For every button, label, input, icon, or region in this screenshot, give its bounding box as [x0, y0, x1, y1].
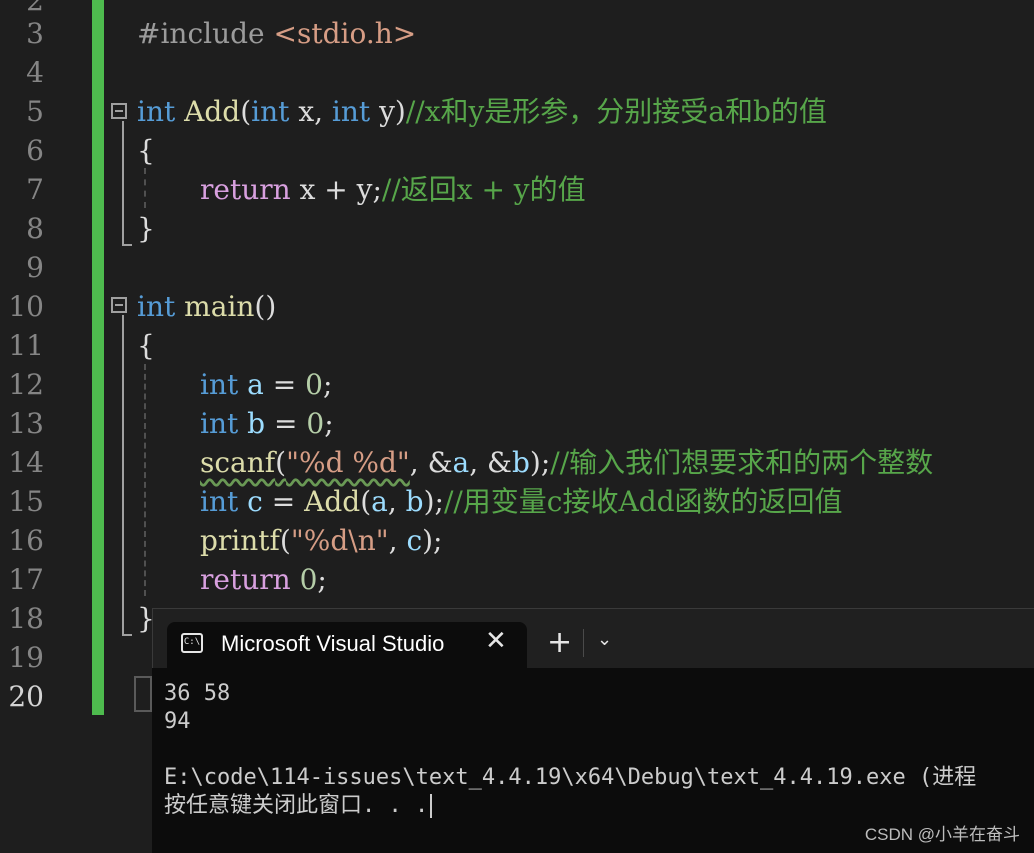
console-output-line: E:\code\114-issues\text_4.4.19\x64\Debug… — [164, 765, 977, 790]
code-line: printf("%d\n", c); — [200, 524, 443, 557]
fold-guide-end — [122, 244, 132, 246]
code-line: int b = 0; — [200, 407, 334, 440]
line-number: 10 — [8, 290, 44, 323]
console-output-line: 按任意键关闭此窗口. . . — [164, 792, 433, 820]
line-number: 18 — [8, 602, 44, 635]
indent-guide — [144, 364, 146, 596]
console-window[interactable]: C:\ Microsoft Visual Studio ✕ + ⌄ 36 58 … — [152, 608, 1034, 853]
line-number: 7 — [26, 173, 44, 206]
line-number: 16 — [8, 524, 44, 557]
line-number: 4 — [26, 56, 44, 89]
line-number: 13 — [8, 407, 44, 440]
fold-guide — [122, 121, 124, 245]
collapse-icon[interactable] — [111, 103, 127, 119]
console-output-line: 94 — [164, 709, 191, 734]
console-tab-title: Microsoft Visual Studio — [221, 631, 445, 656]
text-cursor — [430, 794, 433, 818]
code-line: { — [137, 134, 155, 167]
indent-guide — [144, 168, 146, 208]
code-line: } — [137, 212, 155, 245]
console-output-line: 36 58 — [164, 681, 231, 706]
console-tab-bar: C:\ Microsoft Visual Studio ✕ + ⌄ — [152, 608, 1034, 669]
line-number: 14 — [8, 446, 44, 479]
code-line: int Add(int x, int y)//x和y是形参，分别接受a和b的值 — [137, 95, 827, 128]
code-line: #include <stdio.h> — [137, 17, 417, 50]
line-number: 19 — [8, 641, 44, 674]
change-indicator-bar — [92, 0, 104, 715]
new-tab-button[interactable]: + — [547, 625, 572, 660]
code-line: int main() — [137, 290, 277, 323]
collapse-icon[interactable] — [111, 297, 127, 313]
line-number: 11 — [8, 329, 44, 362]
watermark: CSDN @小羊在奋斗 — [864, 825, 1020, 844]
console-tab[interactable]: C:\ Microsoft Visual Studio ✕ — [167, 622, 527, 669]
line-number: 8 — [26, 212, 44, 245]
line-number: 5 — [26, 95, 44, 128]
line-number: 17 — [8, 563, 44, 596]
fold-guide — [122, 315, 124, 635]
close-icon[interactable]: ✕ — [485, 626, 507, 656]
code-line: int a = 0; — [200, 368, 333, 401]
line-number: 6 — [26, 134, 44, 167]
line-number: 15 — [8, 485, 44, 518]
code-line: int c = Add(a, b);//用变量c接收Add函数的返回值 — [200, 485, 843, 518]
tab-separator — [583, 629, 584, 657]
current-line-box — [134, 676, 152, 712]
line-number-current: 20 — [8, 680, 44, 713]
code-line: return 0; — [200, 563, 327, 596]
code-line: return x + y;//返回x + y的值 — [200, 173, 586, 206]
line-number: 3 — [26, 17, 44, 50]
code-line: scanf("%d %d", &a, &b);//输入我们想要求和的两个整数 — [200, 446, 934, 479]
line-number: 9 — [26, 251, 44, 284]
fold-guide-end — [122, 634, 132, 636]
line-number: 12 — [8, 368, 44, 401]
chevron-down-icon[interactable]: ⌄ — [597, 629, 612, 650]
terminal-icon: C:\ — [181, 633, 203, 653]
code-line: { — [137, 329, 155, 362]
